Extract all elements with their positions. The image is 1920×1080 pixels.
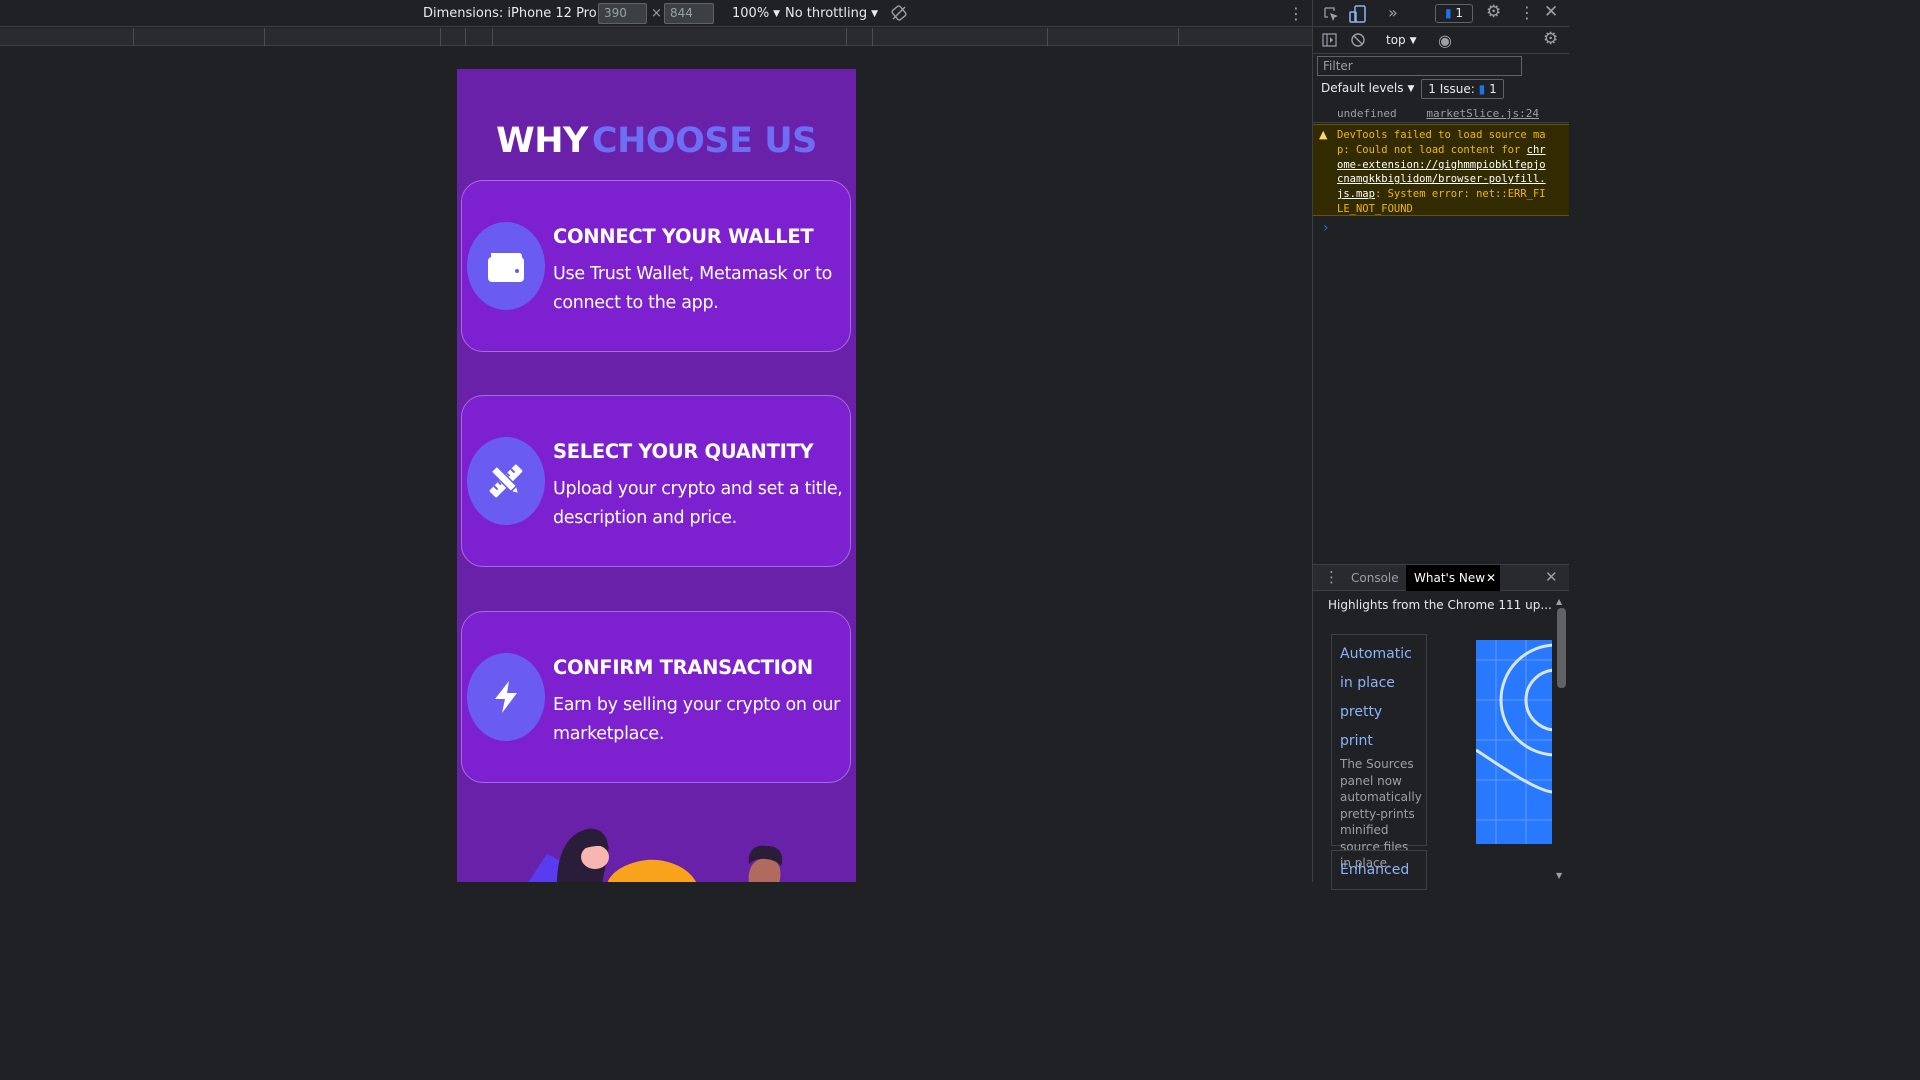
- wallet-icon: [467, 222, 545, 310]
- scroll-up-icon[interactable]: ▲: [1556, 594, 1562, 609]
- throttling-select[interactable]: No throttling ▼: [785, 0, 878, 27]
- device-width-input[interactable]: 390: [598, 3, 647, 24]
- issue-count: 1: [1455, 6, 1464, 20]
- log-source-link[interactable]: marketSlice.js:24: [1426, 104, 1539, 123]
- dropdown-caret-icon: ▼: [1407, 84, 1415, 94]
- heading-word-choose-us: CHOOSE US: [591, 121, 817, 161]
- log-levels-select[interactable]: Default levels ▼: [1321, 81, 1414, 95]
- warning-text-start: DevTools failed to load source map: Coul…: [1337, 129, 1546, 156]
- device-dimensions-select[interactable]: Dimensions: iPhone 12 Pro▼: [423, 0, 608, 27]
- tab-whats-new[interactable]: What's New ✕: [1406, 565, 1500, 591]
- drawer-tab-bar: ⋮ Console What's New ✕ ✕: [1313, 564, 1569, 591]
- console-warning-entry: ▲ DevTools failed to load source map: Co…: [1313, 124, 1569, 216]
- zoom-select[interactable]: 100% ▼: [732, 0, 780, 27]
- close-tab-icon[interactable]: ✕: [1486, 565, 1496, 591]
- devtools-top-bar: » ▮ 1 ⚙ ⋮ ✕: [1313, 0, 1569, 27]
- drawer-menu-icon[interactable]: ⋮: [1324, 570, 1339, 585]
- live-expression-eye-icon[interactable]: ◉: [1438, 33, 1452, 49]
- drawer-scrollbar-thumb[interactable]: [1557, 608, 1566, 688]
- message-icon: ▮: [1478, 82, 1486, 96]
- tab-whats-new-label: What's New: [1414, 571, 1486, 585]
- card-title: CONFIRM TRANSACTION: [553, 656, 813, 679]
- card-title: CONNECT YOUR WALLET: [553, 225, 814, 248]
- media-query-segment[interactable]: [847, 28, 873, 46]
- mobile-page: WHY CHOOSE US CONNECT YOUR WALLET Use Tru…: [457, 69, 856, 882]
- people-illustration: [528, 828, 783, 882]
- close-drawer-icon[interactable]: ✕: [1545, 570, 1558, 585]
- media-query-segment[interactable]: [134, 28, 265, 46]
- feature-card-confirm-transaction: CONFIRM TRANSACTION Earn by selling your…: [461, 611, 851, 783]
- media-query-bar: [0, 28, 1312, 46]
- clear-console-icon[interactable]: [1351, 33, 1365, 50]
- console-log-entry: undefined marketSlice.js:24: [1313, 104, 1569, 123]
- device-toggle-icon[interactable]: [1349, 5, 1367, 26]
- media-query-segment[interactable]: [0, 28, 134, 46]
- more-tabs-icon[interactable]: »: [1388, 5, 1398, 21]
- heading-word-why: WHY: [496, 121, 588, 161]
- pencil-ruler-icon: [467, 437, 545, 525]
- media-query-segment[interactable]: [265, 28, 441, 46]
- media-query-segment[interactable]: [441, 28, 466, 46]
- warning-icon: ▲: [1319, 128, 1328, 141]
- whats-new-card[interactable]: Automatic in place pretty print The Sour…: [1331, 634, 1427, 870]
- device-dimensions-label: Dimensions: iPhone 12 Pro: [423, 6, 597, 21]
- close-devtools-icon[interactable]: ✕: [1544, 4, 1558, 21]
- section-heading: WHY CHOOSE US: [457, 121, 856, 161]
- issues-button[interactable]: 1 Issue: ▮ 1: [1421, 79, 1504, 99]
- issues-count: 1: [1489, 82, 1497, 96]
- device-height-input[interactable]: 844: [664, 3, 714, 24]
- media-query-segment[interactable]: [466, 28, 493, 46]
- scroll-down-icon[interactable]: ▼: [1556, 868, 1562, 883]
- whats-new-card-title[interactable]: Enhanced: [1340, 856, 1418, 885]
- dropdown-caret-icon: ▼: [871, 9, 878, 19]
- device-viewport: WHY CHOOSE US CONNECT YOUR WALLET Use Tru…: [0, 46, 1312, 882]
- console-prompt[interactable]: ›: [1323, 220, 1329, 236]
- sidebar-toggle-icon[interactable]: [1322, 33, 1337, 50]
- media-query-segment[interactable]: [1048, 28, 1179, 46]
- console-settings-gear-icon[interactable]: ⚙: [1543, 31, 1558, 48]
- context-label: top: [1386, 33, 1406, 47]
- whats-new-card-title[interactable]: Automatic in place pretty print: [1340, 640, 1418, 756]
- card-description: Use Trust Wallet, Metamask or to connect…: [553, 264, 833, 313]
- log-value: undefined: [1337, 107, 1397, 120]
- console-toolbar: top ▼ ◉ ⚙: [1313, 28, 1569, 54]
- lightning-bolt-icon: [467, 653, 545, 741]
- log-levels-label: Default levels: [1321, 81, 1404, 95]
- context-select[interactable]: top ▼: [1386, 33, 1417, 47]
- card-description: Earn by selling your crypto on our marke…: [553, 695, 841, 744]
- card-description: Upload your crypto and set a title, desc…: [553, 479, 843, 528]
- settings-gear-icon[interactable]: ⚙: [1486, 4, 1501, 21]
- devtools-panel: » ▮ 1 ⚙ ⋮ ✕ top ▼ ◉ ⚙ Filter Default leve…: [1312, 0, 1569, 890]
- whats-new-feature-image: [1476, 640, 1552, 844]
- more-options-icon[interactable]: ⋮: [1288, 0, 1304, 27]
- issues-counter-badge[interactable]: ▮ 1: [1435, 4, 1473, 23]
- whats-new-card[interactable]: Enhanced: [1331, 850, 1427, 890]
- times-sign: ×: [651, 6, 662, 21]
- tab-console[interactable]: Console: [1351, 571, 1399, 585]
- console-filter-input[interactable]: Filter: [1317, 56, 1522, 76]
- feature-card-select-quantity: SELECT YOUR QUANTITY Upload your crypto …: [461, 395, 851, 567]
- whats-new-heading: Highlights from the Chrome 111 up...: [1328, 598, 1552, 612]
- device-toolbar: Dimensions: iPhone 12 Pro▼ 390 × 844 100…: [0, 0, 1312, 27]
- message-icon: ▮: [1444, 6, 1452, 20]
- issues-label: 1 Issue:: [1428, 82, 1475, 96]
- warning-message: DevTools failed to load source map: Coul…: [1337, 128, 1547, 217]
- feature-card-connect-wallet: CONNECT YOUR WALLET Use Trust Wallet, Me…: [461, 180, 851, 352]
- media-query-segment[interactable]: [873, 28, 1048, 46]
- zoom-label: 100%: [732, 6, 770, 21]
- dropdown-caret-icon: ▼: [773, 9, 781, 19]
- inspect-element-icon[interactable]: [1323, 6, 1339, 25]
- media-query-segment[interactable]: [819, 28, 847, 46]
- throttling-label: No throttling: [785, 6, 868, 21]
- rotate-icon[interactable]: [891, 5, 907, 22]
- card-title: SELECT YOUR QUANTITY: [553, 440, 814, 463]
- dropdown-caret-icon: ▼: [1409, 36, 1417, 46]
- customize-menu-icon[interactable]: ⋮: [1519, 5, 1535, 21]
